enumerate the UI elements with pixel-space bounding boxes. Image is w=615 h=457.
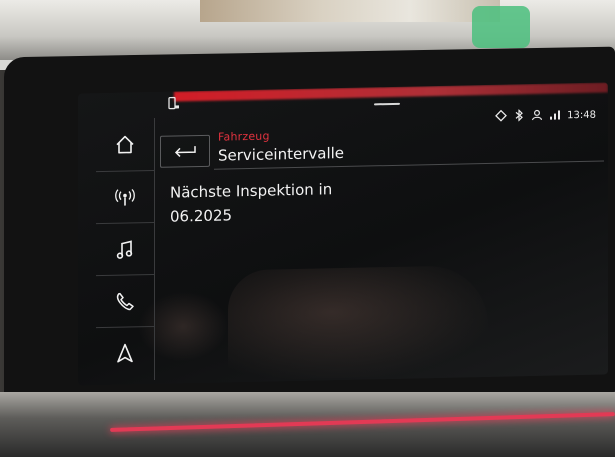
screen-reflection bbox=[228, 264, 488, 381]
phone-icon bbox=[116, 292, 134, 311]
next-inspection-label: Nächste Inspektion in bbox=[170, 180, 333, 202]
window-reflection bbox=[200, 0, 500, 22]
music-note-icon bbox=[116, 240, 133, 259]
signal-icon bbox=[549, 108, 561, 123]
infotainment-screen: 13:48 Fahrzeug Serviceintervalle Nächste… bbox=[78, 82, 608, 386]
clock: 13:48 bbox=[567, 109, 596, 121]
back-button[interactable] bbox=[160, 134, 210, 168]
green-object bbox=[472, 6, 530, 48]
nav-radio-button[interactable] bbox=[96, 169, 154, 225]
nav-phone-button[interactable] bbox=[96, 273, 154, 329]
radio-icon bbox=[115, 188, 135, 206]
nav-navigation-button[interactable] bbox=[96, 325, 154, 381]
status-bar: 13:48 bbox=[495, 107, 596, 125]
phone-connected-icon bbox=[168, 95, 180, 110]
pull-down-handle[interactable] bbox=[374, 102, 400, 106]
nav-media-button[interactable] bbox=[96, 221, 154, 277]
breadcrumb[interactable]: Fahrzeug bbox=[218, 130, 270, 144]
home-icon bbox=[116, 135, 134, 154]
user-icon bbox=[531, 108, 543, 123]
page-title: Serviceintervalle bbox=[218, 143, 345, 165]
navigation-pin-icon bbox=[495, 109, 508, 124]
navigation-arrow-icon bbox=[117, 343, 133, 363]
next-inspection-date: 06.2025 bbox=[170, 206, 233, 226]
bluetooth-icon bbox=[513, 108, 525, 124]
main-navigation bbox=[96, 117, 155, 382]
nav-home-button[interactable] bbox=[96, 118, 154, 171]
back-arrow-icon bbox=[174, 146, 196, 157]
